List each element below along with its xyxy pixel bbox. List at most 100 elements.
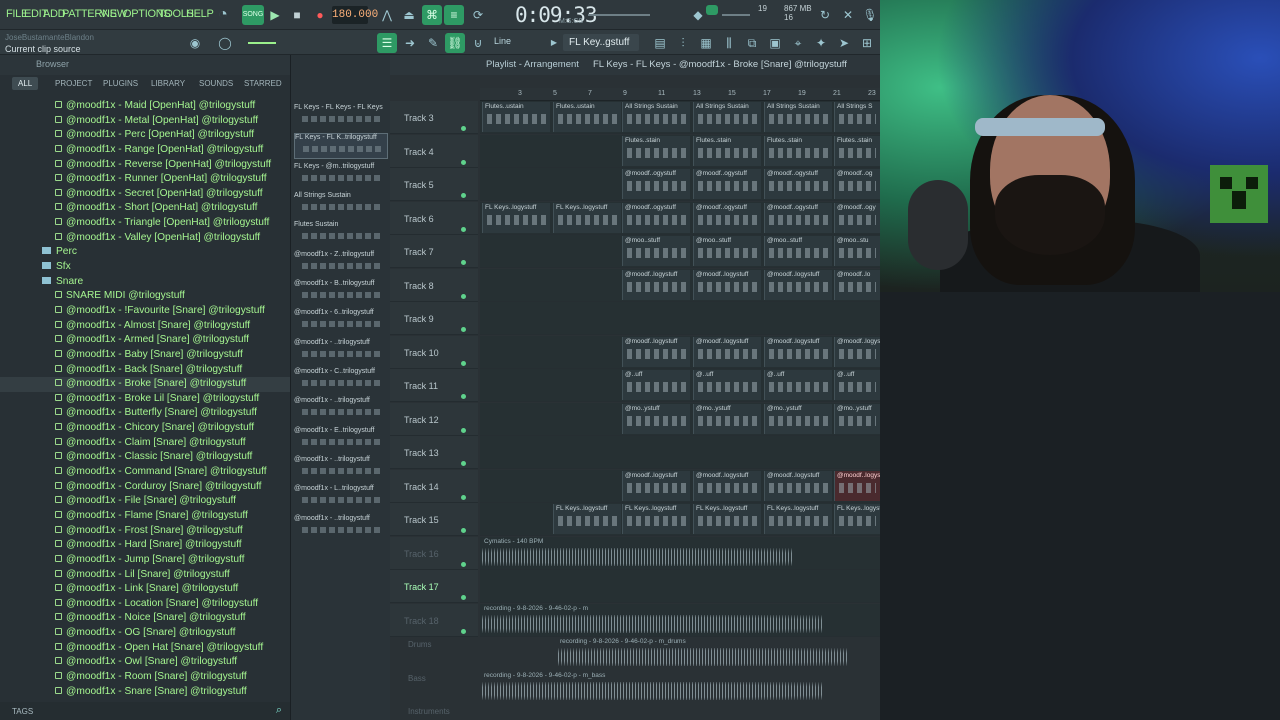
pattern-clip[interactable]: FL Keys..logystuff: [553, 202, 621, 233]
picker-item[interactable]: @moodf1x - ..trilogystuff: [294, 397, 388, 423]
track-lane[interactable]: @moodf..logystuff @moodf..logystuff @moodf…: [480, 335, 880, 369]
prev-pattern-icon[interactable]: ▶: [544, 33, 564, 53]
browser-folder[interactable]: Sfx: [0, 260, 290, 275]
pattern-clip[interactable]: @mo..ystuff: [764, 403, 832, 434]
browser-file[interactable]: @moodf1x - Link [Snare] @trilogystuff: [0, 582, 290, 597]
pattern-clip[interactable]: FL Keys..logystuff: [553, 504, 621, 534]
track-enable-led[interactable]: [461, 595, 466, 600]
track-lane[interactable]: @moo..stuff @moo..stuff @moo..stuff @moo..s…: [480, 235, 880, 268]
track-header[interactable]: Track 18: [390, 603, 478, 637]
pencil-icon[interactable]: ✎: [423, 33, 443, 53]
track-lane[interactable]: @moodf..logystuff @moodf..logystuff @moodf…: [480, 268, 880, 302]
browser-file[interactable]: @moodf1x - Chicory [Snare] @trilogystuff: [0, 421, 290, 436]
browser-file[interactable]: @moodf1x - Baby [Snare] @trilogystuff: [0, 348, 290, 363]
browser-file[interactable]: @moodf1x - Owl [Snare] @trilogystuff: [0, 655, 290, 670]
track-lane[interactable]: Flutes..stain Flutes..stain Flutes..stain F…: [480, 134, 880, 168]
picker-item[interactable]: @moodf1x - B..trilogystuff: [294, 280, 388, 306]
browser-file[interactable]: @moodf1x - Perc [OpenHat] @trilogystuff: [0, 128, 290, 143]
snap-selector[interactable]: Line: [494, 36, 511, 46]
pattern-clip[interactable]: @moodf..logystuff: [622, 470, 690, 501]
track-header[interactable]: Track 8: [390, 268, 478, 302]
browser-file[interactable]: @moodf1x - Open Hat [Snare] @trilogystuf…: [0, 641, 290, 656]
pattern-clip[interactable]: FL Keys..logystuff: [482, 202, 550, 233]
browser-file[interactable]: @moodf1x - Almost [Snare] @trilogystuff: [0, 319, 290, 334]
track-enable-led[interactable]: [461, 561, 466, 567]
pattern-clip[interactable]: @moodf..ogystuff: [622, 202, 690, 233]
pattern-clip[interactable]: @..uff: [693, 370, 761, 400]
search-icon[interactable]: ⌕: [276, 704, 282, 717]
track-header[interactable]: Track 5: [390, 168, 478, 201]
browser-file[interactable]: @moodf1x - Command [Snare] @trilogystuff: [0, 465, 290, 480]
pattern-clip[interactable]: @moodf..ogy: [834, 202, 880, 233]
pattern-clip[interactable]: @mo..ystuff: [622, 403, 690, 434]
browser-file[interactable]: @moodf1x - Short [OpenHat] @trilogystuff: [0, 201, 290, 216]
track-enable-led[interactable]: [461, 126, 466, 131]
pattern-clip[interactable]: @..uff: [764, 370, 832, 400]
pattern-clip[interactable]: @moodf..logystuff: [834, 336, 880, 367]
track-enable-led[interactable]: [461, 494, 466, 500]
track-enable-led[interactable]: [461, 159, 466, 165]
extra-icon[interactable]: ⊞: [857, 33, 877, 53]
pattern-clip[interactable]: All Strings Sustain: [764, 102, 832, 132]
pattern-clip[interactable]: Flutes..stain: [693, 135, 761, 166]
timeline-ruler[interactable]: 3 5 7 9 11 13 15 17 19 21 23: [480, 88, 880, 101]
track-header[interactable]: Track 4: [390, 134, 478, 168]
track-enable-led[interactable]: [461, 226, 466, 232]
picker-item[interactable]: @moodf1x - L..trilogystuff: [294, 485, 388, 511]
piano-roll-icon[interactable]: ▦: [696, 33, 716, 53]
pattern-clip[interactable]: All Strings Sustain: [693, 102, 761, 132]
browser-file[interactable]: @moodf1x - Snare [Snare] @trilogystuff: [0, 685, 290, 699]
pattern-clip[interactable]: FL Keys..logystuff: [764, 504, 832, 534]
track-enable-led[interactable]: [461, 528, 466, 533]
browser-file[interactable]: @moodf1x - Secret [OpenHat] @trilogystuf…: [0, 187, 290, 202]
browser-file[interactable]: @moodf1x - Corduroy [Snare] @trilogystuf…: [0, 480, 290, 495]
browser-file[interactable]: @moodf1x - Butterfly [Snare] @trilogystu…: [0, 406, 290, 421]
browser-file[interactable]: @moodf1x - Claim [Snare] @trilogystuff: [0, 436, 290, 451]
pattern-clip[interactable]: @moodf..lo: [834, 269, 880, 300]
picker-item[interactable]: Flutes Sustain: [294, 221, 388, 247]
browser-file[interactable]: @moodf1x - Room [Snare] @trilogystuff: [0, 670, 290, 685]
tab-sounds[interactable]: SOUNDS: [199, 79, 233, 88]
pattern-clip[interactable]: @moodf..logystuff: [693, 336, 761, 367]
pattern-clip[interactable]: @moodf..logystuff: [764, 269, 832, 300]
pattern-clip[interactable]: @moodf..ogystuff: [764, 169, 832, 199]
tools-icon[interactable]: ✦: [811, 33, 831, 53]
browser-file[interactable]: @moodf1x - Runner [OpenHat] @trilogystuf…: [0, 172, 290, 187]
pattern-clip[interactable]: @moodf..ogystuff: [764, 202, 832, 233]
track-header[interactable]: Track 11: [390, 369, 478, 402]
mixer-icon[interactable]: ⫼: [719, 33, 739, 53]
track-header[interactable]: Track 3: [390, 101, 478, 134]
track-header[interactable]: Track 10: [390, 335, 478, 369]
track-enable-led[interactable]: [461, 427, 466, 433]
pattern-clip[interactable]: @moodf..logystuff: [622, 269, 690, 300]
browser-folder[interactable]: Perc: [0, 245, 290, 260]
browser-file[interactable]: @moodf1x - File [Snare] @trilogystuff: [0, 494, 290, 509]
browser-file[interactable]: @moodf1x - Reverse [OpenHat] @trilogystu…: [0, 158, 290, 173]
track-lane[interactable]: @mo..ystuff @mo..ystuff @mo..ystuff @mo..ys…: [480, 402, 880, 436]
track-header[interactable]: Track 15: [390, 503, 478, 536]
browser-file[interactable]: @moodf1x - Frost [Snare] @trilogystuff: [0, 524, 290, 539]
plugin-icon[interactable]: ✕: [838, 5, 858, 25]
track-lane[interactable]: [480, 570, 880, 603]
pattern-clip[interactable]: Flutes..stain: [834, 135, 880, 166]
pattern-clip[interactable]: @moodf..ogystuff: [622, 169, 690, 199]
track-enable-led[interactable]: [461, 394, 466, 399]
pattern-clip[interactable]: @mo..ystuff: [834, 403, 880, 434]
pattern-clip[interactable]: Flutes..ustain: [553, 102, 621, 132]
refresh-icon[interactable]: ↻: [815, 5, 835, 25]
track-header[interactable]: Track 16: [390, 536, 478, 570]
track-enable-led[interactable]: [461, 360, 466, 366]
browser-icon[interactable]: ⧉: [742, 33, 762, 53]
knob-icon[interactable]: ◉: [185, 33, 205, 53]
tempo-display[interactable]: 180.000: [332, 6, 378, 24]
track-header[interactable]: Track 6: [390, 201, 478, 235]
track-header[interactable]: Track 17: [390, 570, 478, 603]
pattern-clip[interactable]: @moodf..logystuff: [764, 470, 832, 501]
pattern-clip[interactable]: @..uff: [834, 370, 880, 400]
browser-file[interactable]: @moodf1x - Lil [Snare] @trilogystuff: [0, 568, 290, 583]
pattern-clip[interactable]: @moo..stuff: [764, 236, 832, 266]
browser-file[interactable]: SNARE MIDI @trilogystuff: [0, 289, 290, 304]
tempo-tap-icon[interactable]: ◆: [688, 5, 708, 25]
tab-project[interactable]: PROJECT: [55, 79, 92, 88]
pitch-knob-icon[interactable]: ◯: [215, 33, 235, 53]
